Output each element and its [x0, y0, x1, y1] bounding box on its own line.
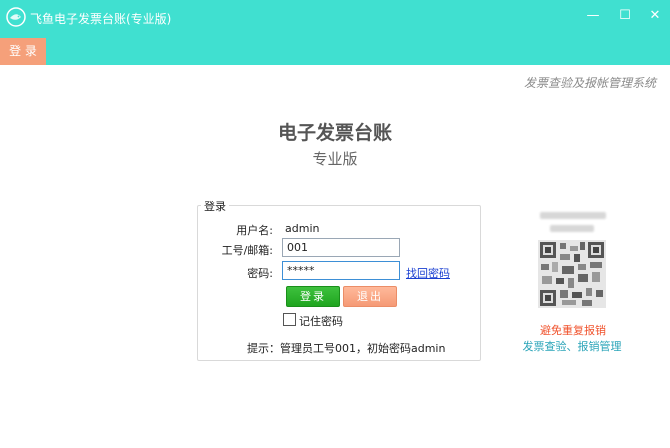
login-button[interactable]: 登录	[286, 286, 340, 307]
close-button[interactable]: ✕	[648, 9, 662, 23]
system-slogan: 发票查验及报帐管理系统	[523, 76, 656, 90]
fish-logo-icon	[6, 7, 26, 27]
menu-login-tab[interactable]: 登 录	[0, 38, 46, 65]
page-subtitle: 专业版	[312, 150, 358, 168]
page-title: 电子发票台账	[277, 122, 392, 144]
qr-caption-blurred	[550, 225, 594, 232]
title-bar: 飞鱼电子发票台账(专业版) — ☐ ✕	[0, 0, 670, 38]
window-title: 飞鱼电子发票台账(专业版)	[30, 12, 172, 26]
username-value: admin	[285, 222, 320, 235]
remember-password-checkbox[interactable]	[283, 313, 296, 326]
password-label: 密码:	[247, 267, 273, 280]
qr-code-image	[538, 240, 606, 308]
remember-password-label: 记住密码	[299, 315, 343, 328]
staff-id-input[interactable]	[282, 238, 400, 257]
promo-warning: 避免重复报销	[540, 324, 606, 337]
username-label: 用户名:	[236, 224, 273, 237]
minimize-button[interactable]: —	[586, 9, 600, 23]
qr-caption-blurred	[540, 212, 606, 219]
forgot-password-link[interactable]: 找回密码	[406, 265, 450, 281]
exit-button[interactable]: 退出	[343, 286, 397, 307]
staff-id-label: 工号/邮箱:	[221, 244, 273, 257]
maximize-button[interactable]: ☐	[618, 9, 632, 23]
menu-bar: 登 录	[0, 38, 670, 65]
promo-description: 发票查验、报销管理	[522, 340, 622, 353]
login-group-title: 登录	[201, 198, 229, 214]
password-input[interactable]	[282, 261, 400, 280]
login-hint: 提示：管理员工号001，初始密码admin	[247, 342, 446, 355]
